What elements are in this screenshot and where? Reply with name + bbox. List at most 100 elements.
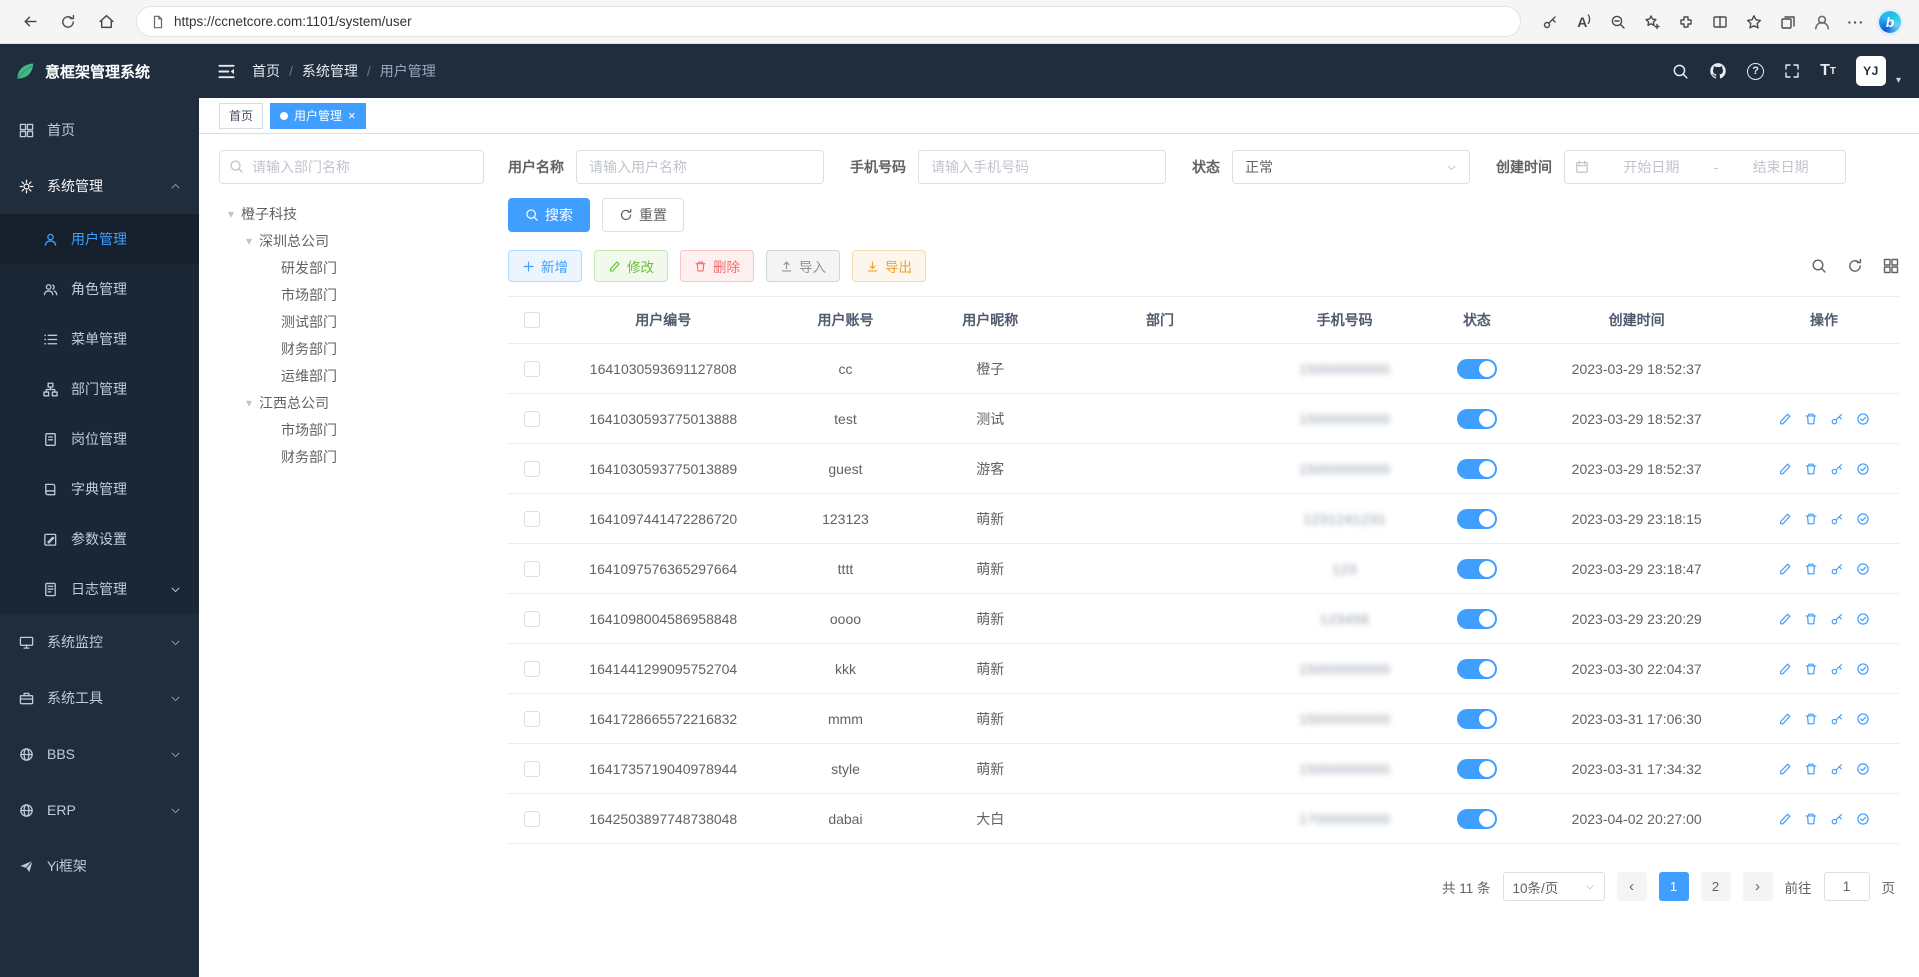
status-select[interactable]: 正常 — [1232, 150, 1470, 184]
row-reset-password-icon[interactable] — [1830, 512, 1844, 526]
browser-menu-icon[interactable]: ··· — [1841, 6, 1871, 38]
sidebar-item-param-settings[interactable]: 参数设置 — [0, 514, 199, 564]
refresh-table-icon[interactable] — [1847, 258, 1863, 274]
extensions-icon[interactable] — [1671, 6, 1701, 38]
tree-node-leaf[interactable]: 运维部门 — [219, 362, 484, 389]
tree-node-leaf[interactable]: 测试部门 — [219, 308, 484, 335]
row-reset-password-icon[interactable] — [1830, 662, 1844, 676]
row-edit-icon[interactable] — [1778, 612, 1792, 626]
sidebar-item-tools[interactable]: 系统工具 — [0, 670, 199, 726]
row-checkbox[interactable] — [524, 711, 540, 727]
row-assign-role-icon[interactable] — [1856, 412, 1870, 426]
row-assign-role-icon[interactable] — [1856, 812, 1870, 826]
split-screen-icon[interactable] — [1705, 6, 1735, 38]
row-checkbox[interactable] — [524, 361, 540, 377]
row-reset-password-icon[interactable] — [1830, 812, 1844, 826]
row-edit-icon[interactable] — [1778, 412, 1792, 426]
sidebar-item-monitor[interactable]: 系统监控 — [0, 614, 199, 670]
favorites-bar-icon[interactable] — [1739, 6, 1769, 38]
date-range-picker[interactable]: 开始日期 - 结束日期 — [1564, 150, 1846, 184]
tree-node-leaf[interactable]: 财务部门 — [219, 443, 484, 470]
row-delete-icon[interactable] — [1804, 712, 1818, 726]
row-edit-icon[interactable] — [1778, 562, 1792, 576]
browser-home-icon[interactable] — [90, 6, 122, 38]
sidebar-item-erp[interactable]: ERP — [0, 782, 199, 838]
page-button-2[interactable]: 2 — [1701, 872, 1731, 901]
row-assign-role-icon[interactable] — [1856, 712, 1870, 726]
add-button[interactable]: 新增 — [508, 250, 582, 282]
password-key-icon[interactable] — [1535, 6, 1565, 38]
sidebar-item-system[interactable]: 系统管理 — [0, 158, 199, 214]
edit-button[interactable]: 修改 — [594, 250, 668, 282]
delete-button[interactable]: 删除 — [680, 250, 754, 282]
page-size-select[interactable]: 10条/页 — [1503, 872, 1605, 901]
row-checkbox[interactable] — [524, 511, 540, 527]
row-delete-icon[interactable] — [1804, 762, 1818, 776]
header-search-icon[interactable] — [1672, 63, 1689, 80]
goto-page-input[interactable] — [1824, 872, 1870, 901]
row-checkbox[interactable] — [524, 611, 540, 627]
row-assign-role-icon[interactable] — [1856, 562, 1870, 576]
import-button[interactable]: 导入 — [766, 250, 840, 282]
tree-node-leaf[interactable]: 研发部门 — [219, 254, 484, 281]
status-toggle[interactable] — [1457, 459, 1497, 479]
status-toggle[interactable] — [1457, 559, 1497, 579]
reset-button[interactable]: 重置 — [602, 198, 684, 232]
browser-refresh-icon[interactable] — [52, 6, 84, 38]
status-toggle[interactable] — [1457, 659, 1497, 679]
row-edit-icon[interactable] — [1778, 512, 1792, 526]
row-delete-icon[interactable] — [1804, 662, 1818, 676]
user-avatar[interactable]: YJ — [1856, 56, 1886, 86]
phone-input[interactable] — [918, 150, 1166, 184]
sidebar-item-bbs[interactable]: BBS — [0, 726, 199, 782]
breadcrumb-home[interactable]: 首页 — [252, 61, 280, 81]
row-edit-icon[interactable] — [1778, 762, 1792, 776]
row-delete-icon[interactable] — [1804, 462, 1818, 476]
row-edit-icon[interactable] — [1778, 662, 1792, 676]
toggle-search-icon[interactable] — [1811, 258, 1827, 274]
fullscreen-icon[interactable] — [1784, 63, 1800, 79]
username-input[interactable] — [576, 150, 824, 184]
font-size-icon[interactable]: TT — [1820, 62, 1836, 80]
row-checkbox[interactable] — [524, 811, 540, 827]
row-checkbox[interactable] — [524, 561, 540, 577]
browser-address-bar[interactable]: https://ccnetcore.com:1101/system/user — [136, 6, 1521, 37]
sidebar-item-role-mgmt[interactable]: 角色管理 — [0, 264, 199, 314]
row-reset-password-icon[interactable] — [1830, 412, 1844, 426]
row-checkbox[interactable] — [524, 761, 540, 777]
row-checkbox[interactable] — [524, 461, 540, 477]
copilot-icon[interactable]: b — [1875, 6, 1905, 38]
help-icon[interactable]: ? — [1747, 63, 1764, 80]
status-toggle[interactable] — [1457, 809, 1497, 829]
status-toggle[interactable] — [1457, 509, 1497, 529]
site-info-icon[interactable] — [151, 15, 165, 29]
row-reset-password-icon[interactable] — [1830, 712, 1844, 726]
row-delete-icon[interactable] — [1804, 612, 1818, 626]
tree-node-leaf[interactable]: 市场部门 — [219, 281, 484, 308]
row-assign-role-icon[interactable] — [1856, 612, 1870, 626]
sidebar-item-dept-mgmt[interactable]: 部门管理 — [0, 364, 199, 414]
row-assign-role-icon[interactable] — [1856, 762, 1870, 776]
row-reset-password-icon[interactable] — [1830, 612, 1844, 626]
row-edit-icon[interactable] — [1778, 712, 1792, 726]
read-aloud-icon[interactable]: A) — [1569, 6, 1599, 38]
tree-node-branch[interactable]: ▾江西总公司 — [219, 389, 484, 416]
row-reset-password-icon[interactable] — [1830, 562, 1844, 576]
page-button-1[interactable]: 1 — [1659, 872, 1689, 901]
row-delete-icon[interactable] — [1804, 562, 1818, 576]
status-toggle[interactable] — [1457, 359, 1497, 379]
tree-node-leaf[interactable]: 市场部门 — [219, 416, 484, 443]
add-favorite-icon[interactable] — [1637, 6, 1667, 38]
tab-user-mgmt[interactable]: 用户管理 × — [270, 103, 366, 129]
sidebar-item-home[interactable]: 首页 — [0, 102, 199, 158]
collections-icon[interactable] — [1773, 6, 1803, 38]
sidebar-item-dict-mgmt[interactable]: 字典管理 — [0, 464, 199, 514]
row-checkbox[interactable] — [524, 411, 540, 427]
export-button[interactable]: 导出 — [852, 250, 926, 282]
column-settings-icon[interactable] — [1883, 258, 1899, 274]
row-edit-icon[interactable] — [1778, 462, 1792, 476]
breadcrumb-system[interactable]: 系统管理 — [302, 61, 358, 81]
sidebar-item-post-mgmt[interactable]: 岗位管理 — [0, 414, 199, 464]
github-icon[interactable] — [1709, 62, 1727, 80]
collapse-sidebar-icon[interactable] — [217, 62, 236, 81]
